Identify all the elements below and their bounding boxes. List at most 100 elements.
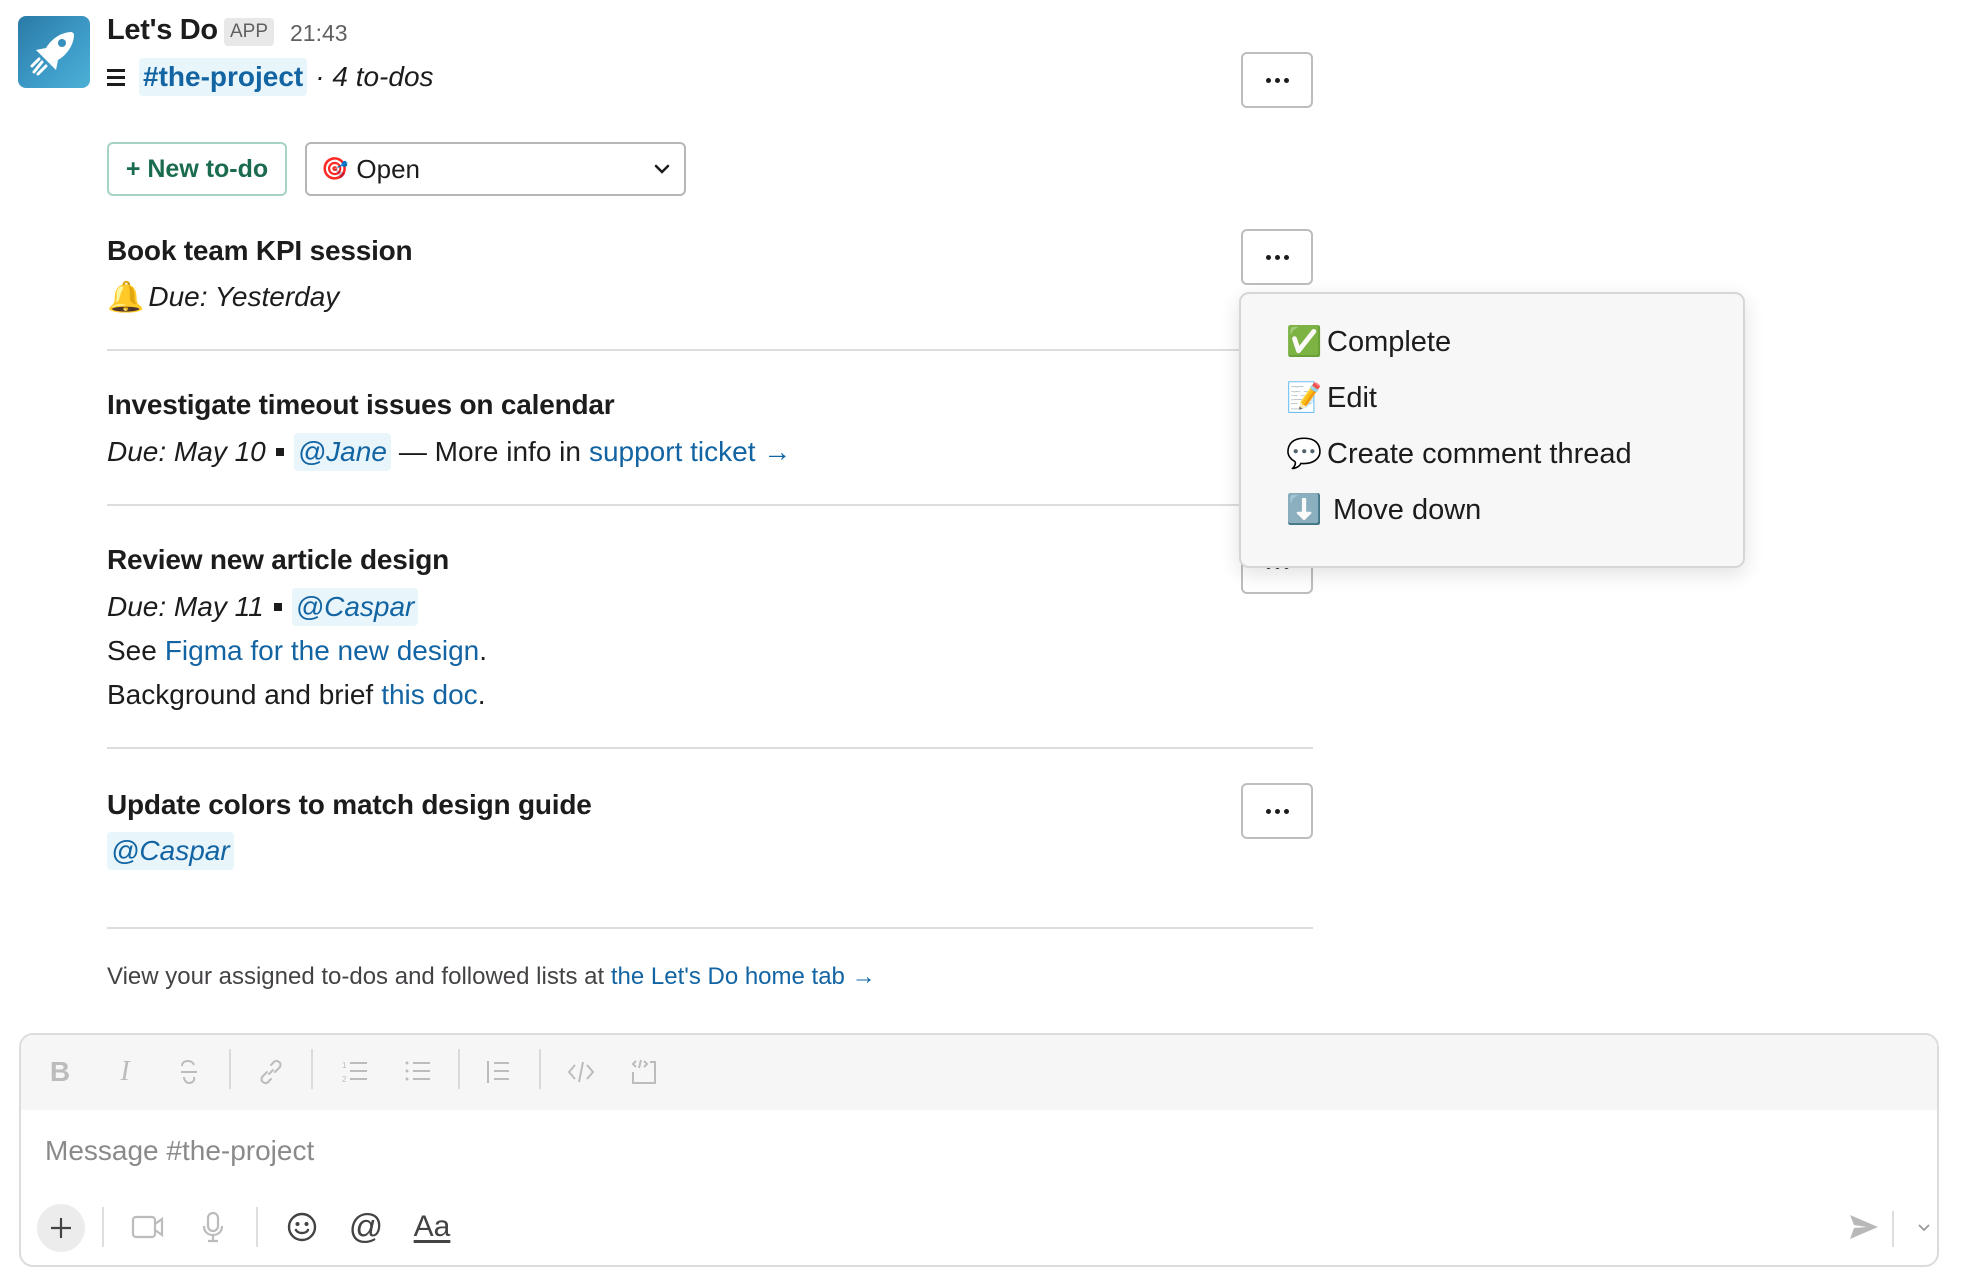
- list-header: #the-project · 4 to-dos: [107, 58, 434, 96]
- figma-link[interactable]: Figma for the new design: [165, 635, 479, 667]
- menu-item-label: Move down: [1333, 493, 1482, 526]
- audio-clip-button[interactable]: [193, 1207, 233, 1247]
- separator-square: [275, 448, 284, 456]
- home-tab-link[interactable]: the Let's Do home tab →: [611, 963, 876, 990]
- toolbar-separator: [311, 1049, 313, 1089]
- todo-meta: 🔔 Due: Yesterday: [107, 277, 339, 317]
- toolbar-separator: [102, 1207, 104, 1247]
- todo-title: Update colors to match design guide: [107, 789, 592, 820]
- ellipsis-icon: [1265, 254, 1289, 260]
- message-composer: B I 12 Message #the-project @ Aa: [19, 1033, 1939, 1267]
- footer-note: View your assigned to-dos and followed l…: [107, 963, 876, 991]
- emoji-button[interactable]: [282, 1207, 322, 1247]
- send-button[interactable]: [1844, 1207, 1884, 1247]
- message-input[interactable]: [45, 1131, 1445, 1171]
- app-badge: APP: [224, 18, 275, 46]
- ordered-list-icon[interactable]: 12: [338, 1055, 372, 1089]
- divider: [107, 927, 1313, 929]
- list-icon: [107, 68, 129, 86]
- formatting-toggle-button[interactable]: Aa: [409, 1207, 455, 1247]
- send-icon: [1850, 1215, 1878, 1239]
- divider: [107, 747, 1313, 749]
- todo-description-line: Background and brief this doc .: [107, 675, 485, 715]
- at-sign-icon: @: [348, 1207, 384, 1246]
- todo-actions-menu: ✅ Complete 📝 Edit 💬 Create comment threa…: [1239, 292, 1745, 568]
- todo-meta: Due: May 11 @Caspar: [107, 587, 419, 627]
- text: See: [107, 635, 157, 666]
- chevron-down-icon: [654, 164, 670, 174]
- todo-due: Due: Yesterday: [148, 281, 340, 312]
- toolbar-separator: [458, 1049, 460, 1089]
- attach-button[interactable]: [37, 1204, 85, 1252]
- smiley-icon: [287, 1212, 317, 1242]
- assignee-mention[interactable]: @Caspar: [291, 588, 419, 626]
- todo-more-actions-button[interactable]: [1241, 783, 1313, 839]
- separator-square: [273, 603, 282, 611]
- todo-meta: Due: May 10 @Jane — More info in support…: [107, 432, 791, 472]
- todo-title: Book team KPI session: [107, 235, 413, 266]
- app-name[interactable]: Let's Do: [107, 14, 218, 47]
- app-avatar[interactable]: [18, 16, 90, 88]
- video-clip-button[interactable]: [128, 1207, 168, 1247]
- target-icon: 🎯: [321, 156, 349, 181]
- menu-item-edit[interactable]: 📝 Edit: [1241, 370, 1743, 426]
- assignee-mention[interactable]: @Jane: [293, 433, 391, 471]
- plus-icon: [51, 1218, 71, 1238]
- todo-count: · 4 to-dos: [315, 61, 434, 92]
- check-mark-icon: ✅: [1285, 326, 1323, 358]
- list-more-actions-button[interactable]: [1241, 52, 1313, 108]
- menu-item-complete[interactable]: ✅ Complete: [1241, 314, 1743, 370]
- menu-item-label: Create comment thread: [1327, 437, 1632, 470]
- toolbar-separator: [256, 1207, 258, 1247]
- send-options-button[interactable]: [1904, 1207, 1937, 1247]
- blockquote-icon[interactable]: [481, 1055, 515, 1089]
- message-timestamp[interactable]: 21:43: [290, 20, 348, 47]
- menu-item-create-comment-thread[interactable]: 💬 Create comment thread: [1241, 426, 1743, 482]
- channel-link[interactable]: #the-project: [139, 58, 308, 96]
- svg-text:1: 1: [342, 1061, 347, 1070]
- video-camera-icon: [131, 1215, 164, 1239]
- toolbar-separator: [229, 1049, 231, 1089]
- doc-link[interactable]: this doc: [381, 679, 478, 711]
- todo-more-actions-button[interactable]: [1241, 229, 1313, 285]
- todo-due: Due: May 11: [107, 591, 264, 622]
- bold-icon[interactable]: B: [43, 1055, 77, 1089]
- new-todo-button[interactable]: + New to-do: [107, 142, 287, 196]
- status-filter-select[interactable]: 🎯 Open: [305, 142, 686, 196]
- todo-note: — More info in: [398, 436, 581, 467]
- support-ticket-link[interactable]: support ticket →: [589, 436, 791, 468]
- assignee-mention[interactable]: @Caspar: [107, 832, 234, 870]
- arrow-down-icon: ⬇️: [1285, 494, 1323, 526]
- microphone-icon: [202, 1211, 224, 1243]
- text: Background and brief: [107, 679, 374, 710]
- speech-bubble-icon: 💬: [1285, 438, 1323, 470]
- text-format-icon: Aa: [413, 1210, 451, 1243]
- text: .: [477, 679, 486, 710]
- footer-text: View your assigned to-dos and followed l…: [107, 963, 605, 990]
- memo-icon: 📝: [1285, 382, 1323, 414]
- link-icon[interactable]: [254, 1055, 288, 1089]
- strikethrough-icon[interactable]: [172, 1055, 206, 1089]
- menu-item-label: Complete: [1327, 325, 1452, 358]
- rocket-icon: [30, 32, 74, 76]
- ellipsis-icon: [1265, 77, 1289, 83]
- menu-item-move-down[interactable]: ⬇️ Move down: [1241, 482, 1743, 538]
- bulleted-list-icon[interactable]: [401, 1055, 435, 1089]
- mention-button[interactable]: @: [346, 1207, 386, 1247]
- toolbar-separator: [1892, 1211, 1894, 1247]
- code-block-icon[interactable]: [627, 1055, 661, 1089]
- todo-meta: @Caspar: [107, 831, 234, 871]
- divider: [107, 504, 1313, 506]
- todo-title: Investigate timeout issues on calendar: [107, 389, 615, 420]
- todo-title: Review new article design: [107, 544, 450, 575]
- code-icon[interactable]: [564, 1055, 598, 1089]
- chevron-down-icon: [1918, 1223, 1930, 1231]
- todo-due: Due: May 10: [107, 436, 266, 467]
- text: .: [479, 635, 487, 666]
- italic-icon[interactable]: I: [108, 1055, 142, 1089]
- menu-item-label: Edit: [1327, 381, 1377, 414]
- svg-text:2: 2: [342, 1075, 347, 1084]
- status-filter-value: Open: [356, 153, 421, 184]
- todo-description-line: See Figma for the new design .: [107, 631, 487, 671]
- formatting-toolbar: B I 12: [21, 1035, 1937, 1110]
